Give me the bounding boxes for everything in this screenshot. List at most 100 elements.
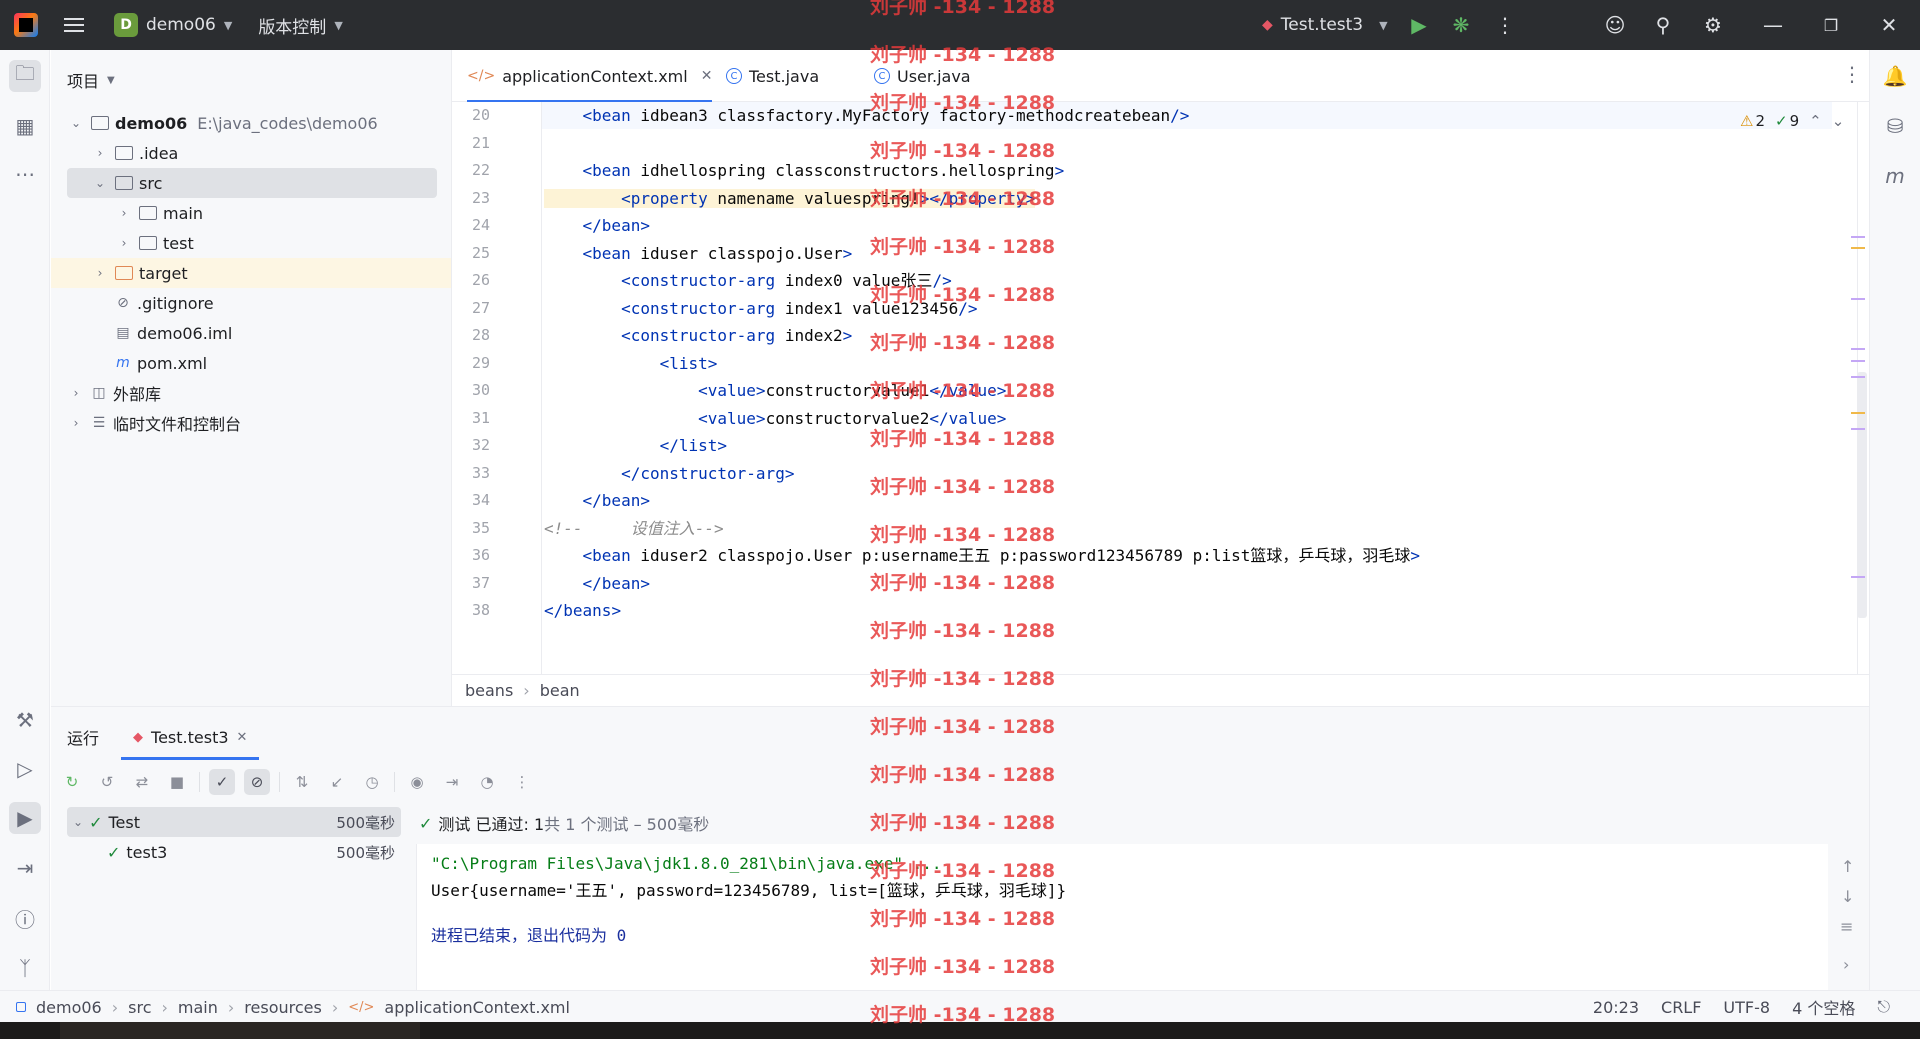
breadcrumb-item[interactable]: bean — [540, 681, 580, 700]
restore-icon[interactable]: ❐ — [1818, 12, 1844, 38]
tree-item-gitignore[interactable]: ⊘ .gitignore — [51, 288, 451, 318]
tab-applicationcontext-xml[interactable]: </> applicationContext.xml ✕ — [467, 50, 713, 103]
status-crumb[interactable]: resources — [244, 998, 322, 1017]
code-line[interactable]: </bean> — [544, 574, 650, 594]
code-line[interactable]: </bean> — [544, 216, 650, 236]
tab-user-java[interactable]: C User.java — [874, 50, 971, 102]
arrow-down-icon[interactable]: ↓ — [1841, 887, 1854, 906]
code-line[interactable]: </bean> — [544, 491, 650, 511]
tab-test-java[interactable]: C Test.java — [726, 50, 819, 102]
file-encoding[interactable]: UTF-8 — [1723, 998, 1770, 1017]
rerun-icon[interactable]: ↻ — [59, 769, 85, 795]
code-line[interactable]: <property namename valuespring!></proper… — [544, 188, 1036, 209]
caret-position[interactable]: 20:23 — [1593, 998, 1639, 1017]
tree-item-scratches[interactable]: › ☰ 临时文件和控制台 — [51, 408, 451, 438]
project-badge[interactable]: D — [114, 13, 138, 37]
code-line[interactable]: <constructor-arg index0 value张三/> — [544, 271, 952, 291]
build-hammer-icon[interactable]: ⚒ — [9, 704, 41, 736]
chevron-right-icon[interactable]: › — [1843, 955, 1849, 974]
breadcrumb-item[interactable]: beans — [465, 681, 513, 700]
rerun-failed-icon[interactable]: ↺ — [94, 769, 120, 795]
tree-item-target[interactable]: › target — [51, 258, 451, 288]
import-icon[interactable]: ⇥ — [439, 769, 465, 795]
run-tool-icon[interactable]: ▶ — [9, 802, 41, 834]
debug-icon[interactable]: ❋ — [1448, 12, 1474, 38]
code-line[interactable]: <!-- 设值注入--> — [544, 519, 724, 539]
sort-icon[interactable]: ⇅ — [289, 769, 315, 795]
arrow-up-icon[interactable]: ↑ — [1841, 857, 1854, 876]
git-branch-icon[interactable]: ᛉ — [9, 952, 41, 984]
test-case-row[interactable]: ✓ test3 500毫秒 — [67, 837, 401, 867]
code-line[interactable]: <bean iduser classpojo.User> — [544, 244, 853, 264]
terminal-icon[interactable]: ⇥ — [9, 852, 41, 884]
project-folder-icon[interactable]: 🗀 — [9, 60, 41, 92]
problems-icon[interactable]: ⓘ — [9, 902, 41, 934]
readonly-lock-icon[interactable]: ⎋ — [1877, 997, 1890, 1017]
taskbar-item[interactable] — [60, 1022, 420, 1039]
chevron-down-icon[interactable]: ▼ — [334, 19, 342, 32]
settings-gear-icon[interactable]: ⚙ — [1700, 12, 1726, 38]
more-options-icon[interactable]: ⋮ — [509, 769, 535, 795]
chevron-down-icon[interactable]: ▼ — [224, 19, 232, 32]
code-line[interactable]: </list> — [544, 436, 727, 456]
show-passed-icon[interactable]: ✓ — [209, 769, 235, 795]
run-icon[interactable]: ▶ — [1406, 12, 1432, 38]
tree-item-test[interactable]: › test — [51, 228, 451, 258]
code-line[interactable]: </constructor-arg> — [544, 464, 794, 484]
run-config-selector[interactable]: ◆ Test.test3 ▼ — [1262, 0, 1388, 50]
show-ignored-icon[interactable]: ⊘ — [244, 769, 270, 795]
tab-options-icon[interactable]: ⋮ — [1842, 62, 1862, 86]
tree-item-idea[interactable]: › .idea — [51, 138, 451, 168]
close-tab-icon[interactable]: ✕ — [237, 730, 248, 745]
services-icon[interactable]: ▷ — [9, 753, 41, 785]
test-suite-row[interactable]: ⌄ ✓ Test 500毫秒 — [67, 807, 401, 837]
status-crumb[interactable]: demo06 — [36, 998, 102, 1017]
run-tab-test3[interactable]: ◆ Test.test3 ✕ — [120, 728, 260, 760]
scrollbar-thumb[interactable] — [1857, 372, 1867, 618]
code-line[interactable]: <bean idhellospring classconstructors.he… — [544, 161, 1065, 181]
tree-item-demo06[interactable]: ⌄ demo06 E:\java_codes\demo06 — [51, 108, 451, 138]
notifications-bell-icon[interactable]: 🔔 — [1879, 60, 1911, 92]
intellij-logo-icon[interactable] — [14, 13, 38, 37]
tree-item-pom[interactable]: m pom.xml — [51, 348, 451, 378]
tree-item-external-libraries[interactable]: › ◫ 外部库 — [51, 378, 451, 408]
more-tools-icon[interactable]: ⋯ — [9, 158, 41, 190]
more-actions-icon[interactable]: ⋮ — [1492, 12, 1518, 38]
toggle-auto-test-icon[interactable]: ⇄ — [129, 769, 155, 795]
code-line[interactable]: <bean idbean3 classfactory.MyFactory fac… — [544, 106, 1190, 126]
indent-setting[interactable]: 4 个空格 — [1792, 995, 1855, 1019]
project-panel-header[interactable]: 项目 ▼ — [67, 68, 115, 92]
structure-icon[interactable]: ▦ — [9, 110, 41, 142]
stop-icon[interactable]: ■ — [164, 769, 190, 795]
code-line[interactable]: <constructor-arg index2> — [544, 326, 852, 346]
code-editor[interactable]: 20 21 22 23 24 25 26 27 28 29 30 31 32 33 34 35 36 37 38 <… — [452, 102, 1869, 674]
chevron-up-icon[interactable]: ⌃ — [1809, 112, 1822, 130]
line-separator[interactable]: CRLF — [1661, 998, 1701, 1017]
status-crumb[interactable]: main — [178, 998, 218, 1017]
code-line[interactable]: <bean iduser2 classpojo.User p:username王… — [544, 546, 1421, 566]
main-menu-icon[interactable] — [64, 18, 84, 32]
add-user-icon[interactable]: ☺ — [1602, 12, 1628, 38]
collapse-icon[interactable]: ↙ — [324, 769, 350, 795]
maven-icon[interactable]: m — [1879, 160, 1911, 192]
history-clock-icon[interactable]: ◷ — [359, 769, 385, 795]
project-name[interactable]: demo06 — [146, 15, 216, 35]
code-line[interactable]: <constructor-arg index1 value123456/> — [544, 299, 977, 319]
tree-item-main[interactable]: › main — [51, 198, 451, 228]
camera-icon[interactable]: ◉ — [404, 769, 430, 795]
soft-wrap-icon[interactable]: ≡ — [1840, 917, 1853, 936]
search-icon[interactable]: ⚲ — [1650, 12, 1676, 38]
console-output[interactable]: "C:\Program Files\Java\jdk1.8.0_281\bin\… — [416, 844, 1828, 991]
tree-item-iml[interactable]: ▤ demo06.iml — [51, 318, 451, 348]
code-line[interactable]: <value>constructorvalue1</value> — [544, 381, 1006, 401]
code-line[interactable]: </beans> — [544, 601, 621, 621]
code-line[interactable]: <value>constructorvalue2</value> — [544, 409, 1006, 429]
close-tab-icon[interactable]: ✕ — [701, 68, 713, 84]
vcs-menu[interactable]: 版本控制 — [258, 13, 326, 38]
database-icon[interactable]: ⛁ — [1879, 110, 1911, 142]
status-crumb[interactable]: src — [128, 998, 151, 1017]
close-icon[interactable]: ✕ — [1876, 12, 1902, 38]
chevron-down-icon[interactable]: ⌄ — [1832, 112, 1845, 130]
tree-item-src[interactable]: ⌄ src — [67, 168, 437, 198]
code-line[interactable]: <list> — [544, 354, 718, 374]
